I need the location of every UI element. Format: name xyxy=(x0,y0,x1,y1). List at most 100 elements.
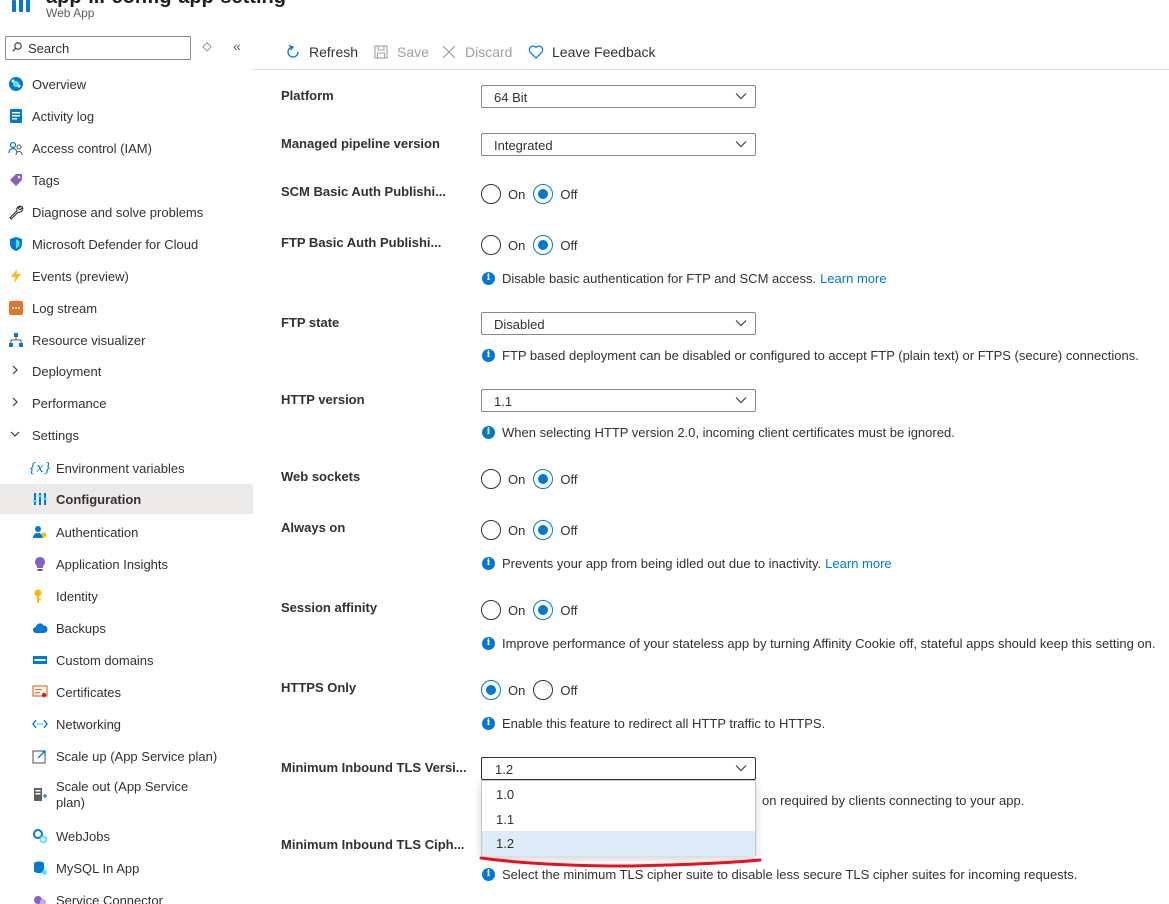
sidebar-item-service-connector[interactable]: Service Connector xyxy=(0,885,253,904)
heart-icon xyxy=(528,44,544,60)
min-tls-version-label: Minimum Inbound TLS Versi... xyxy=(281,760,467,775)
user-key-icon xyxy=(32,524,48,540)
red-underline-annotation xyxy=(479,856,762,868)
sidebar-group-performance[interactable]: Performance xyxy=(0,388,253,418)
sidebar-item-tags[interactable]: Tags xyxy=(0,165,253,195)
gears-icon xyxy=(32,828,48,844)
session-affinity-off-radio[interactable]: Off xyxy=(533,600,577,620)
configuration-logo-icon xyxy=(12,0,34,12)
session-affinity-radio-group: On Off xyxy=(481,600,585,620)
https-only-label: HTTPS Only xyxy=(281,680,357,695)
scale-out-icon xyxy=(32,787,48,803)
variable-icon: {x} xyxy=(28,460,52,476)
save-button[interactable]: Save xyxy=(373,40,429,64)
min-tls-version-info: on required by clients connecting to you… xyxy=(762,792,1025,808)
globe-icon xyxy=(8,76,24,92)
chevron-down-icon xyxy=(10,428,20,442)
sidebar-group-settings[interactable]: Settings xyxy=(0,420,253,450)
info-icon: i xyxy=(482,425,495,439)
sidebar-item-backups[interactable]: Backups xyxy=(0,613,253,643)
connector-icon xyxy=(32,892,48,904)
platform-dropdown[interactable]: 64 Bit xyxy=(481,85,756,108)
sidebar-item-overview[interactable]: Overview xyxy=(0,69,253,99)
sidebar-search[interactable] xyxy=(5,36,191,60)
scm-auth-on-radio[interactable]: On xyxy=(481,184,525,204)
chevron-down-icon xyxy=(735,397,747,404)
tls-option-1-0[interactable]: 1.0 xyxy=(482,782,755,807)
ftp-auth-off-radio[interactable]: Off xyxy=(533,235,577,255)
sidebar-item-configuration[interactable]: Configuration xyxy=(0,484,253,514)
sidebar-item-authentication[interactable]: Authentication xyxy=(0,517,253,547)
web-sockets-off-radio[interactable]: Off xyxy=(533,469,577,489)
min-tls-version-dropdown[interactable]: 1.2 xyxy=(481,757,756,780)
sidebar-item-networking[interactable]: Networking xyxy=(0,709,253,739)
sidebar-item-webjobs[interactable]: WebJobs xyxy=(0,821,253,851)
search-input[interactable] xyxy=(28,40,188,56)
expand-collapse-icon[interactable]: ◇ xyxy=(200,39,214,53)
tag-icon xyxy=(8,172,24,188)
learn-more-link[interactable]: Learn more xyxy=(825,556,891,571)
web-sockets-on-radio[interactable]: On xyxy=(481,469,525,489)
https-only-on-radio[interactable]: On xyxy=(481,680,525,700)
chevron-down-icon xyxy=(735,141,747,148)
sidebar-item-scale-out[interactable]: Scale out (App Service plan) xyxy=(0,773,253,817)
ftp-auth-on-radio[interactable]: On xyxy=(481,235,525,255)
http-version-label: HTTP version xyxy=(281,392,365,407)
sidebar-item-events[interactable]: Events (preview) xyxy=(0,261,253,291)
sidebar-item-environment-variables[interactable]: {x} Environment variables xyxy=(0,453,253,483)
chevron-right-icon xyxy=(10,364,20,378)
always-on-label: Always on xyxy=(281,520,346,535)
command-bar: Refresh Save Discard Leave Feedback xyxy=(253,36,1169,70)
key-icon xyxy=(32,588,48,604)
always-on-radio-group: On Off xyxy=(481,520,585,540)
sidebar-item-application-insights[interactable]: Application Insights xyxy=(0,549,253,579)
chevron-down-icon xyxy=(735,765,747,772)
discard-button[interactable]: Discard xyxy=(441,40,512,64)
lightning-icon xyxy=(8,268,24,284)
collapse-sidebar-icon[interactable]: « xyxy=(230,39,244,53)
http-version-dropdown[interactable]: 1.1 xyxy=(481,389,756,412)
sidebar-group-deployment[interactable]: Deployment xyxy=(0,356,253,386)
always-on-off-radio[interactable]: Off xyxy=(533,520,577,540)
https-only-info: i Enable this feature to redirect all HT… xyxy=(482,715,825,731)
sidebar-item-resource-visualizer[interactable]: Resource visualizer xyxy=(0,325,253,355)
ftp-state-dropdown[interactable]: Disabled xyxy=(481,312,756,335)
ftp-state-info: i FTP based deployment can be disabled o… xyxy=(482,347,1169,363)
http-version-info: i When selecting HTTP version 2.0, incom… xyxy=(482,424,955,440)
ftp-auth-info: i Disable basic authentication for FTP a… xyxy=(482,270,887,286)
platform-label: Platform xyxy=(281,88,334,103)
https-only-off-radio[interactable]: Off xyxy=(533,680,577,700)
scale-up-icon xyxy=(32,748,48,764)
chevron-right-icon xyxy=(10,396,20,410)
sidebar-item-custom-domains[interactable]: Custom domains xyxy=(0,645,253,675)
scm-auth-off-radio[interactable]: Off xyxy=(533,184,577,204)
search-icon xyxy=(12,42,22,52)
sidebar-item-certificates[interactable]: Certificates xyxy=(0,677,253,707)
refresh-button[interactable]: Refresh xyxy=(285,40,358,64)
session-affinity-on-radio[interactable]: On xyxy=(481,600,525,620)
learn-more-link[interactable]: Learn more xyxy=(820,271,886,286)
refresh-icon xyxy=(285,44,301,60)
cloud-icon xyxy=(32,620,48,636)
sidebar-item-activity-log[interactable]: Activity log xyxy=(0,101,253,131)
pipeline-dropdown[interactable]: Integrated xyxy=(481,133,756,156)
sidebar-item-scale-up[interactable]: Scale up (App Service plan) xyxy=(0,741,253,771)
chevron-down-icon xyxy=(735,320,747,327)
sidebar-item-defender[interactable]: Microsoft Defender for Cloud xyxy=(0,229,253,259)
sidebar-item-diagnose[interactable]: Diagnose and solve problems xyxy=(0,197,253,227)
certificate-icon xyxy=(32,684,48,700)
sidebar-item-identity[interactable]: Identity xyxy=(0,581,253,611)
info-icon: i xyxy=(482,716,495,730)
shield-icon xyxy=(8,236,24,252)
database-icon xyxy=(32,860,48,876)
sidebar-item-mysql-in-app[interactable]: MySQL In App xyxy=(0,853,253,883)
info-icon: i xyxy=(482,271,495,285)
sidebar-item-iam[interactable]: Access control (IAM) xyxy=(0,133,253,163)
tls-option-1-1[interactable]: 1.1 xyxy=(482,807,755,832)
sidebar-item-log-stream[interactable]: Log stream xyxy=(0,293,253,323)
save-icon xyxy=(373,44,389,60)
always-on-on-radio[interactable]: On xyxy=(481,520,525,540)
info-icon: i xyxy=(482,348,495,362)
network-icon xyxy=(8,332,24,348)
leave-feedback-button[interactable]: Leave Feedback xyxy=(528,40,656,64)
